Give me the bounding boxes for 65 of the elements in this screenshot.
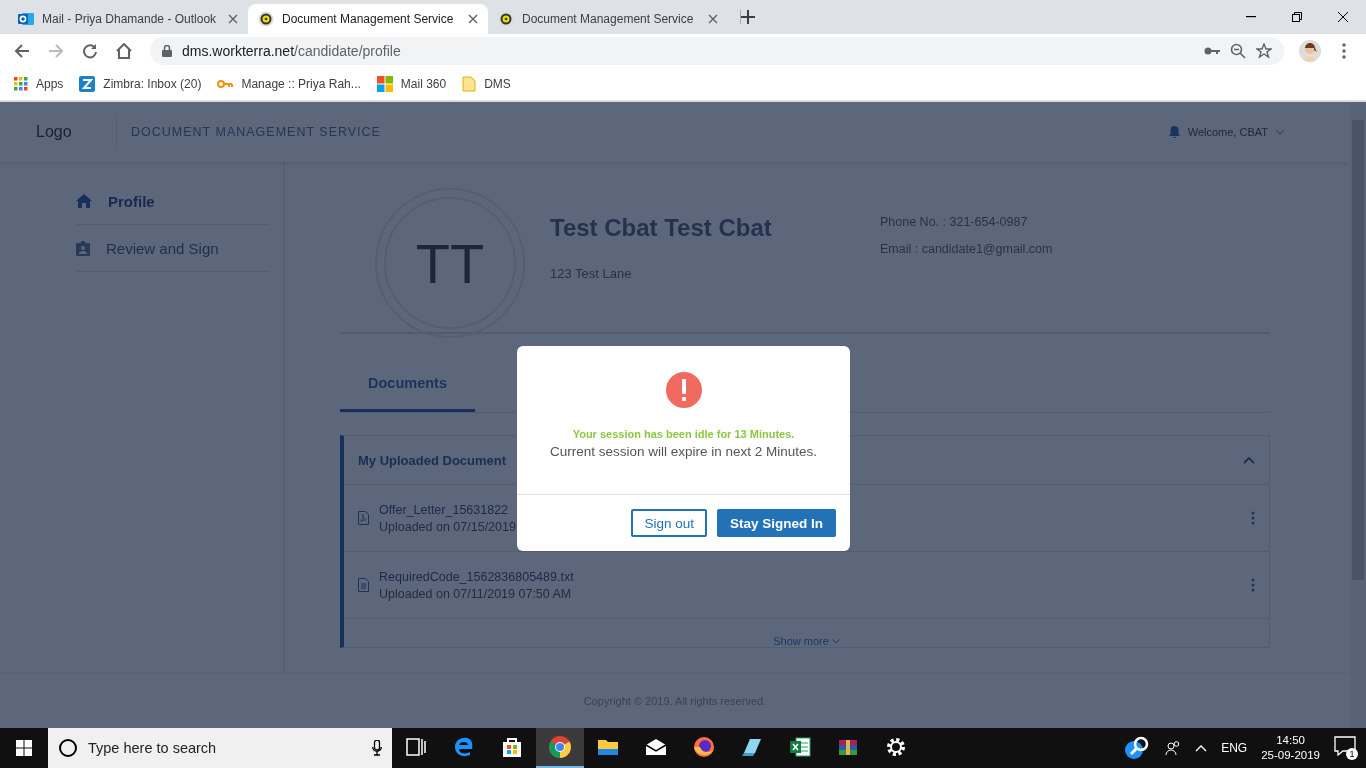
id-badge-icon <box>76 240 90 256</box>
initials-avatar: TT <box>384 197 516 329</box>
app-title: DOCUMENT MANAGEMENT SERVICE <box>130 125 381 139</box>
bookmark-link[interactable]: DMS <box>484 77 511 91</box>
home-icon <box>76 194 92 208</box>
close-icon[interactable] <box>468 14 478 24</box>
shopping-bag-icon <box>500 735 524 759</box>
people-icon[interactable] <box>1165 740 1182 756</box>
taskbar-app[interactable] <box>536 728 584 768</box>
restore-icon[interactable] <box>1292 12 1302 22</box>
notification-count: 1 <box>1346 748 1358 760</box>
target-icon <box>258 11 274 27</box>
upload-date: Uploaded on 07/15/2019 <box>379 519 516 534</box>
minimize-icon[interactable] <box>1246 16 1256 18</box>
letter-tile-icon <box>79 76 96 92</box>
taskbar-clock[interactable]: 14:50 25-09-2019 <box>1261 733 1320 763</box>
four-squares-icon <box>376 76 393 92</box>
text-file-icon <box>358 578 369 592</box>
candidate-name: Test Cbat Test Cbat <box>550 214 773 242</box>
chevron-up-icon[interactable] <box>1195 744 1208 752</box>
scrollbar[interactable] <box>1350 102 1366 728</box>
stay-signed-in-button[interactable]: Stay Signed In <box>716 509 836 537</box>
sign-out-button[interactable]: Sign out <box>631 509 707 537</box>
browser-tab[interactable]: Document Management Service <box>248 4 488 34</box>
reload-icon[interactable] <box>82 43 98 59</box>
star-icon[interactable] <box>1256 43 1272 59</box>
address-bar[interactable]: dms.workterra.net/candidate/profile <box>150 37 1284 65</box>
browser-tab[interactable]: Mail - Priya Dhamande - Outlook <box>8 4 248 34</box>
target-icon <box>498 11 514 27</box>
key-icon[interactable] <box>1204 47 1220 55</box>
home-icon[interactable] <box>115 43 133 59</box>
url-text: dms.workterra.net/candidate/profile <box>182 43 401 59</box>
plus-icon[interactable] <box>740 10 755 24</box>
mail-app-icon <box>18 11 34 27</box>
key-icon <box>217 79 234 89</box>
notification-icon[interactable] <box>1334 736 1356 756</box>
taskbar-search-field[interactable]: Type here to search <box>48 728 392 768</box>
idle-message: Your session has been idle for 13 Minutes. <box>572 428 795 440</box>
bookmark-link[interactable]: Apps <box>36 77 64 91</box>
lock-icon <box>162 45 172 57</box>
close-icon[interactable] <box>1338 12 1348 22</box>
broken-logo-image: Logo <box>35 123 73 141</box>
more-icon[interactable] <box>1342 43 1346 59</box>
bookmark-link[interactable]: Manage :: Priya Rah... <box>241 77 361 91</box>
pdf-file-icon <box>358 511 369 525</box>
chevron-down-icon <box>831 638 840 644</box>
apps-grid-icon <box>14 77 28 91</box>
back-icon[interactable] <box>14 43 30 59</box>
warning-icon <box>665 372 702 408</box>
browser-tab[interactable]: Document Management Service <box>488 4 728 34</box>
search-icon <box>58 738 78 758</box>
chrome-icon <box>548 735 572 759</box>
task-view-icon <box>404 735 428 759</box>
expiry-message: Current session will expire in next 2 Minutes. <box>549 444 818 459</box>
bookmark-link[interactable]: Zimbra: Inbox (20) <box>103 77 202 91</box>
folder-icon <box>462 76 477 92</box>
windows-start-icon[interactable] <box>16 740 32 756</box>
bookmark-link[interactable]: Mail 360 <box>400 77 447 91</box>
settings-icon <box>884 735 908 759</box>
microphone-icon[interactable] <box>372 740 382 756</box>
language-indicator[interactable]: ENG <box>1221 741 1248 755</box>
zoom-out-icon[interactable] <box>1230 43 1246 59</box>
upload-date: Uploaded on 07/11/2019 07:50 AM <box>379 586 573 601</box>
card-title: My Uploaded Document <box>358 452 507 468</box>
spreadsheet-icon <box>788 735 812 759</box>
